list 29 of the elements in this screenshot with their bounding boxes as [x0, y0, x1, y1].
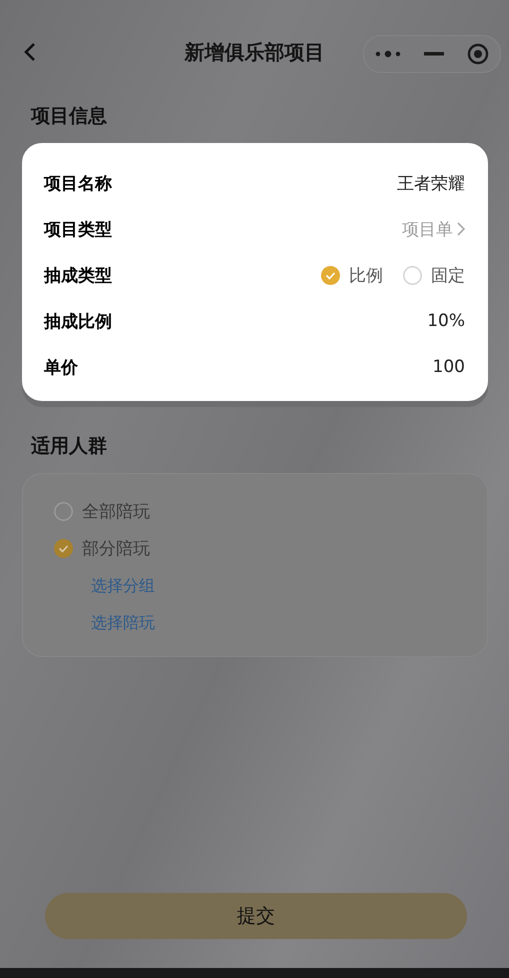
close-icon[interactable] — [466, 43, 489, 65]
field-value: 王者荣耀 — [397, 172, 465, 194]
select-link[interactable]: 选择分组 — [91, 576, 155, 597]
minimize-icon[interactable] — [424, 52, 444, 56]
page-title: 新增俱乐部项目 — [183, 38, 326, 66]
radio-label[interactable]: 部分陪玩 — [82, 537, 150, 560]
capsule-menu[interactable] — [363, 35, 501, 73]
section-title: 项目信息 — [31, 104, 108, 129]
section-title: 适用人群 — [31, 434, 108, 459]
select-link[interactable]: 选择陪玩 — [91, 613, 155, 634]
radio-label[interactable]: 全部陪玩 — [82, 500, 150, 523]
radio[interactable] — [403, 266, 422, 284]
submit-button[interactable]: 提交 — [45, 893, 467, 939]
back-icon[interactable] — [22, 41, 38, 63]
radio[interactable] — [54, 502, 73, 521]
field-value: 10% — [427, 311, 465, 331]
picker-value[interactable]: 项目单 — [402, 218, 453, 240]
field-label: 单价 — [44, 356, 78, 378]
checked-radio[interactable] — [321, 266, 340, 284]
radio-label[interactable]: 比例 — [349, 264, 383, 286]
radio-label[interactable]: 固定 — [431, 264, 465, 286]
field-label: 项目名称 — [44, 172, 112, 194]
field-label: 抽成比例 — [44, 310, 112, 332]
field-label: 项目类型 — [44, 218, 112, 240]
chevron-icon[interactable] — [457, 222, 465, 236]
field-value: 100 — [432, 357, 465, 377]
more-icon[interactable] — [375, 50, 402, 58]
field-label: 抽成类型 — [44, 264, 112, 286]
checked-radio[interactable] — [54, 539, 73, 558]
